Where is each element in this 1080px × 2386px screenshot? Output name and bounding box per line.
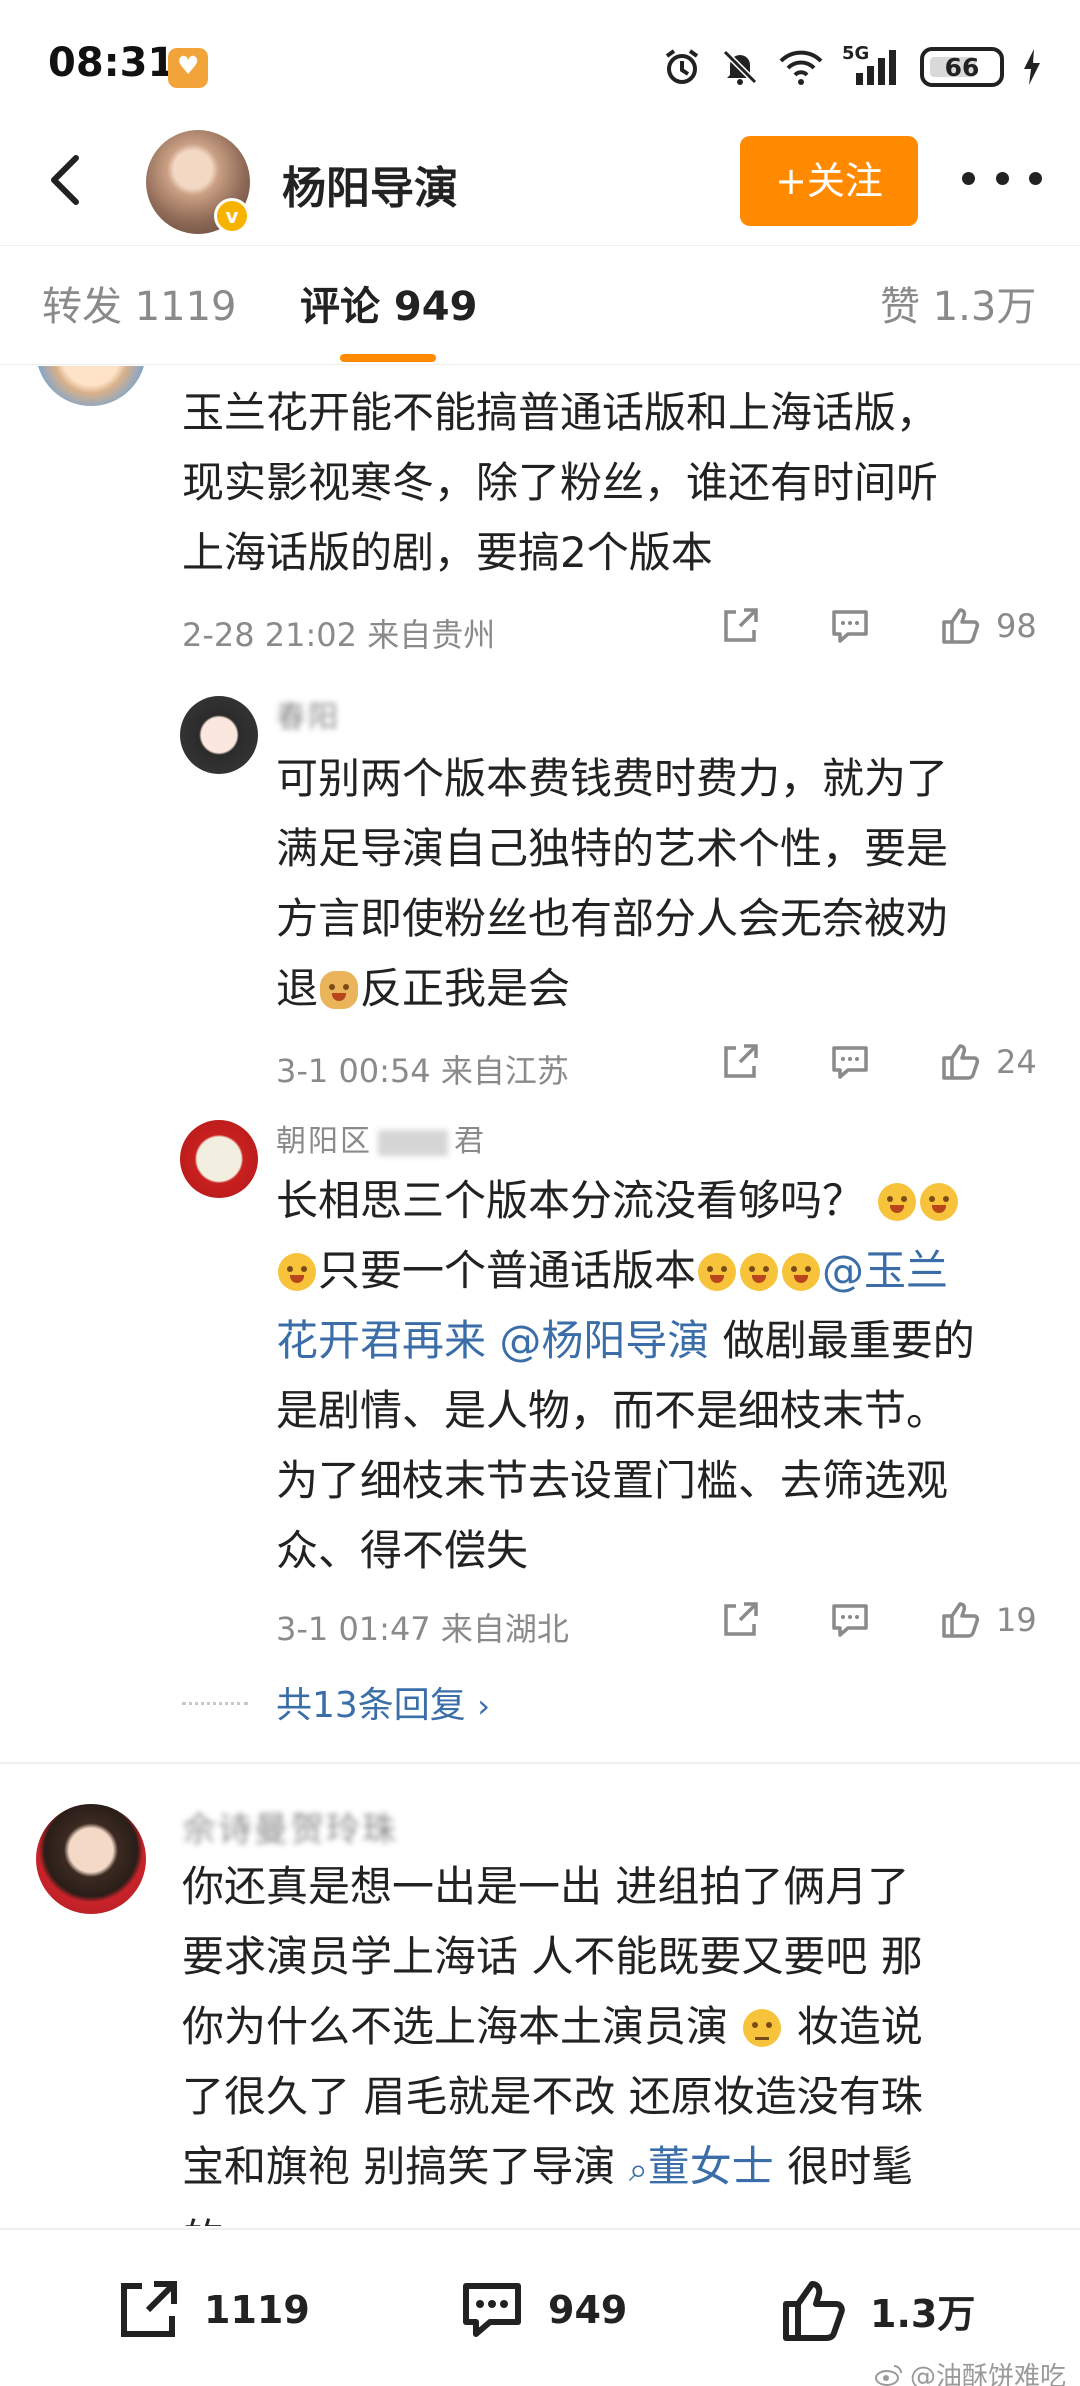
repost-button[interactable]: 1119 [112,2274,310,2346]
doge-emoji-icon [320,971,359,1009]
dot-icon [995,171,1009,185]
reply-text: 长相思三个版本分流没看够吗？ 只要一个普通话版本 @玉兰 花开君再来 @杨阳导演 … [276,1176,975,1575]
like-count: 24 [996,1043,1037,1081]
reply-text: 可别两个版本费钱费时费力，就为了 满足导演自己独特的艺术个性，要是 方言即使粉丝… [276,754,949,1013]
commenter-avatar[interactable] [36,1804,146,1914]
tab-indicator [340,354,436,362]
share-button[interactable] [718,604,762,648]
comment-count: 949 [548,2288,628,2332]
repost-count: 1119 [204,2288,310,2332]
like-button[interactable]: 24 [938,1040,1037,1084]
share-icon [724,608,758,642]
status-time: 08:31 [48,40,176,86]
like-post-button[interactable]: 1.3万 [778,2274,975,2346]
reply-separator [182,1702,248,1705]
chevron-left-icon [51,155,79,205]
reply-button[interactable] [828,1598,872,1642]
post-header: v 杨阳导演 +关注 [0,120,1080,240]
tab-bar: 转发 1119 评论 949 赞 1.3万 [0,245,1080,365]
thumbs-up-icon [942,608,980,644]
back-button[interactable] [38,150,98,210]
comment-icon [463,2283,521,2337]
status-bar: 08:31 5G 66 [0,0,1080,135]
reply-actions: 24 [718,1040,1037,1084]
reply-button[interactable] [828,1040,872,1084]
tab-reposts[interactable]: 转发 1119 [42,274,237,332]
share-icon [724,1044,758,1078]
reply-button[interactable] [828,604,872,648]
comment-text: 玉兰花开能不能搞普通话版和上海话版， 现实影视寒冬，除了粉丝，谁还有时间听 上海… [182,388,939,577]
reply-avatar[interactable] [180,1120,258,1198]
follow-button[interactable]: +关注 [740,136,918,226]
comment-icon [832,1604,868,1637]
comment-icon [832,610,868,643]
wifi-icon [779,50,823,85]
share-button[interactable] [718,1040,762,1084]
comment-icon [832,1046,868,1079]
thumbs-up-icon [942,1044,980,1080]
alarm-icon [665,49,699,84]
charging-icon [1024,49,1040,85]
mention-link[interactable]: @玉兰 [822,1246,948,1295]
scared-emoji-icon [920,1183,959,1221]
scared-emoji-icon [878,1183,917,1221]
reply-author[interactable]: 朝阳区君 [276,1116,486,1160]
search-icon: ⌕ [628,2150,648,2190]
weibo-logo-icon [874,2364,902,2386]
comment-divider [0,1762,1080,1764]
mention-link[interactable]: 花开君再来 [276,1316,486,1365]
commenter-name[interactable]: 佘诗曼贺玲珠 [182,1802,398,1851]
tab-likes[interactable]: 赞 1.3万 [880,274,1036,332]
like-count: 98 [996,607,1037,645]
like-button[interactable]: 19 [938,1598,1037,1642]
thinking-emoji-icon [743,2009,782,2047]
scared-emoji-icon [740,1253,779,1291]
share-button[interactable] [718,1598,762,1642]
like-button[interactable]: 98 [938,604,1037,648]
tab-comments[interactable]: 评论 949 [300,274,477,332]
dot-icon [1029,171,1042,185]
reply-author[interactable]: 春阳 [276,692,340,736]
bottom-action-bar: 1119 949 1.3万 @油酥饼难吃 [0,2228,1080,2386]
mention-link[interactable]: @杨阳导演 [499,1316,709,1365]
share-icon [121,2281,177,2337]
comment-text: 你还真是想一出是一出 进组拍了俩月了 要求演员学上海话 人不能既要又要吧 那 你… [182,1862,923,2226]
signal-icon: 5G [842,43,902,87]
comment-actions: 98 [718,604,1037,648]
search-topic-link[interactable]: ⌕董女士 [629,2142,774,2191]
verified-badge-icon: v [214,198,250,234]
more-options-button[interactable] [962,158,1042,198]
chevron-right-icon: › [477,1687,491,1725]
comment-button[interactable]: 949 [456,2274,627,2346]
scared-emoji-icon [278,1253,316,1291]
scared-emoji-icon [782,1253,821,1291]
reply-meta: 3-1 01:47 来自湖北 [276,1610,569,1648]
like-count: 1.3万 [870,2291,976,2336]
battery-icon: 66 [920,47,1004,87]
comments-list[interactable]: 玉兰花开能不能搞普通话版和上海话版， 现实影视寒冬，除了粉丝，谁还有时间听 上海… [0,366,1080,2226]
reply-meta: 3-1 00:54 来自江苏 [276,1052,569,1090]
scared-emoji-icon [698,1253,737,1291]
watermark: @油酥饼难吃 [874,2356,1066,2386]
commenter-avatar[interactable] [36,366,146,406]
like-count: 19 [996,1601,1037,1639]
notification-icon [168,48,208,88]
thumbs-up-icon [942,1602,980,1638]
more-replies-link[interactable]: 共13条回复 › [276,1676,490,1728]
reply-actions: 19 [718,1598,1037,1642]
comment-meta: 2-28 21:02 来自贵州 [182,616,496,654]
dot-icon [962,171,975,185]
thumbs-up-icon [783,2281,845,2341]
status-icons: 5G 66 [662,43,1042,90]
mute-icon [722,49,758,85]
reply-avatar[interactable] [180,696,258,774]
share-icon [724,1602,758,1636]
user-name[interactable]: 杨阳导演 [282,152,458,216]
